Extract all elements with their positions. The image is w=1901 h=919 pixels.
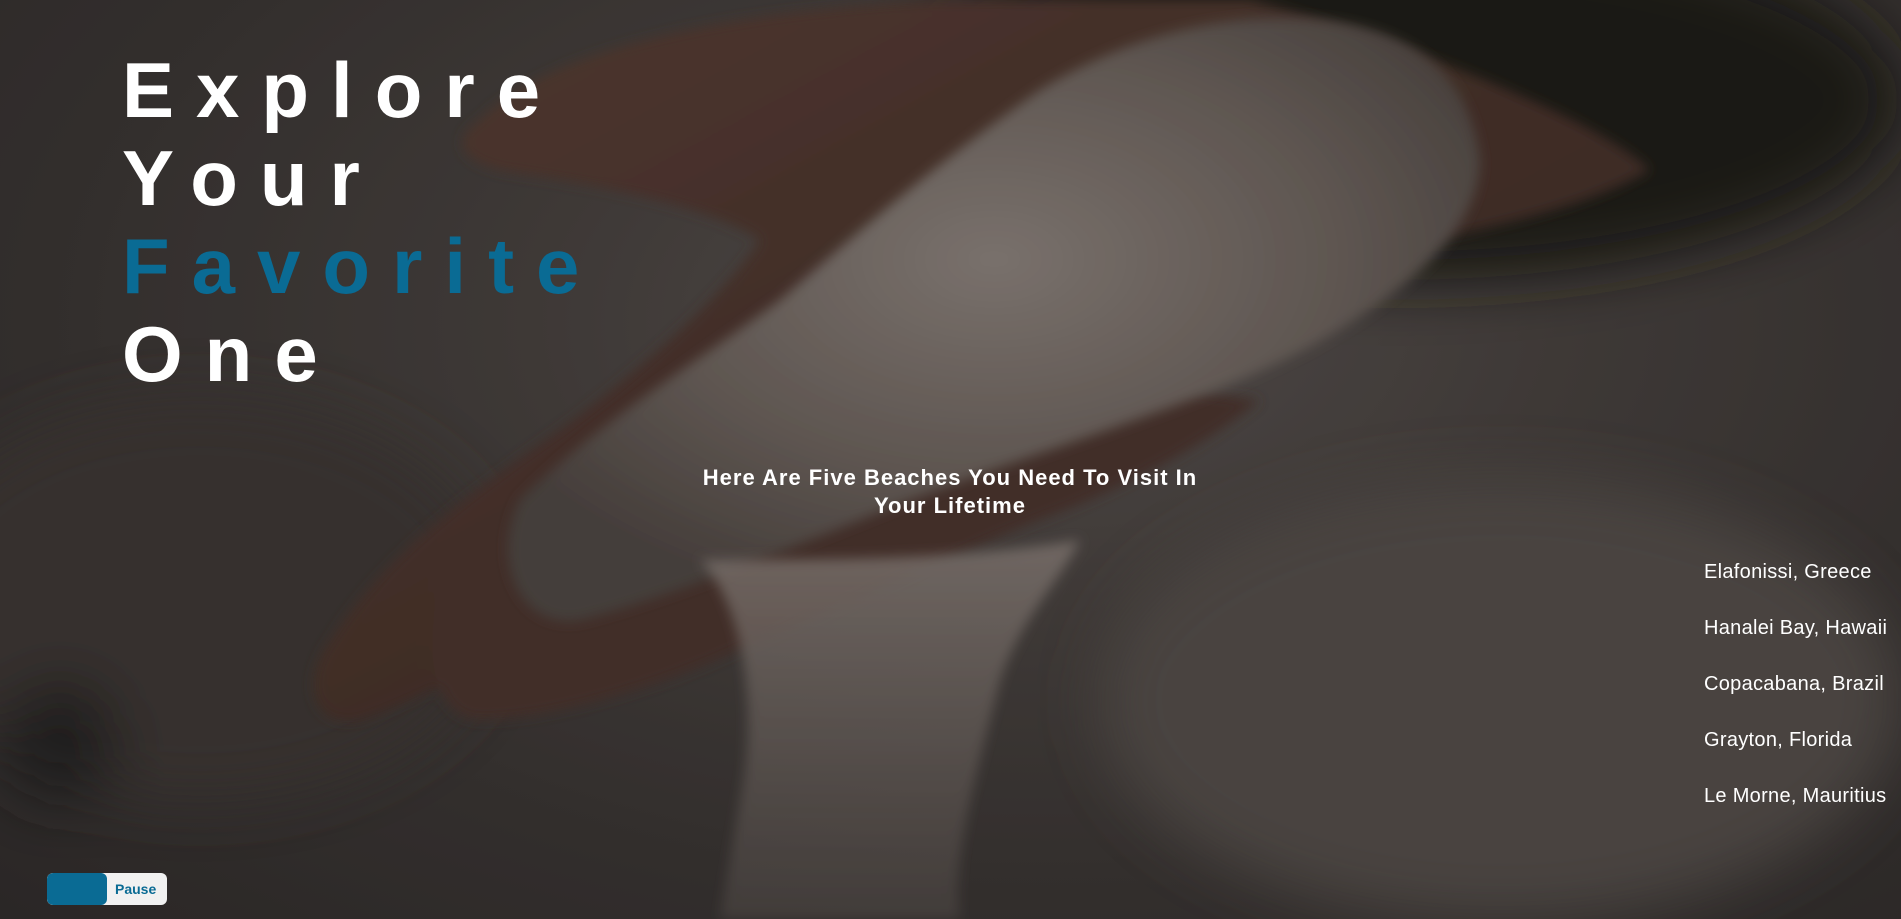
- hero-section: Explore Your Favorite One Here Are Five …: [0, 0, 1901, 919]
- beach-item-le-morne[interactable]: Le Morne, Mauritius: [1704, 784, 1887, 840]
- headline-line-your: Your: [122, 134, 382, 222]
- toggle-knob: [47, 873, 107, 905]
- pause-label: Pause: [115, 881, 157, 897]
- beach-item-hanalei-bay[interactable]: Hanalei Bay, Hawaii: [1704, 616, 1887, 672]
- headline-line-one: One: [122, 310, 340, 398]
- beach-list: Elafonissi, Greece Hanalei Bay, Hawaii C…: [1704, 560, 1887, 840]
- beach-item-elafonissi[interactable]: Elafonissi, Greece: [1704, 560, 1887, 616]
- hero-headline: Explore Your Favorite One: [122, 46, 601, 398]
- pause-toggle[interactable]: Pause: [47, 873, 167, 905]
- hero-subtitle: Here Are Five Beaches You Need To Visit …: [702, 465, 1198, 518]
- beach-item-copacabana[interactable]: Copacabana, Brazil: [1704, 672, 1887, 728]
- headline-line-favorite: Favorite: [122, 222, 602, 310]
- beach-item-grayton[interactable]: Grayton, Florida: [1704, 728, 1887, 784]
- headline-line-explore: Explore: [122, 46, 563, 134]
